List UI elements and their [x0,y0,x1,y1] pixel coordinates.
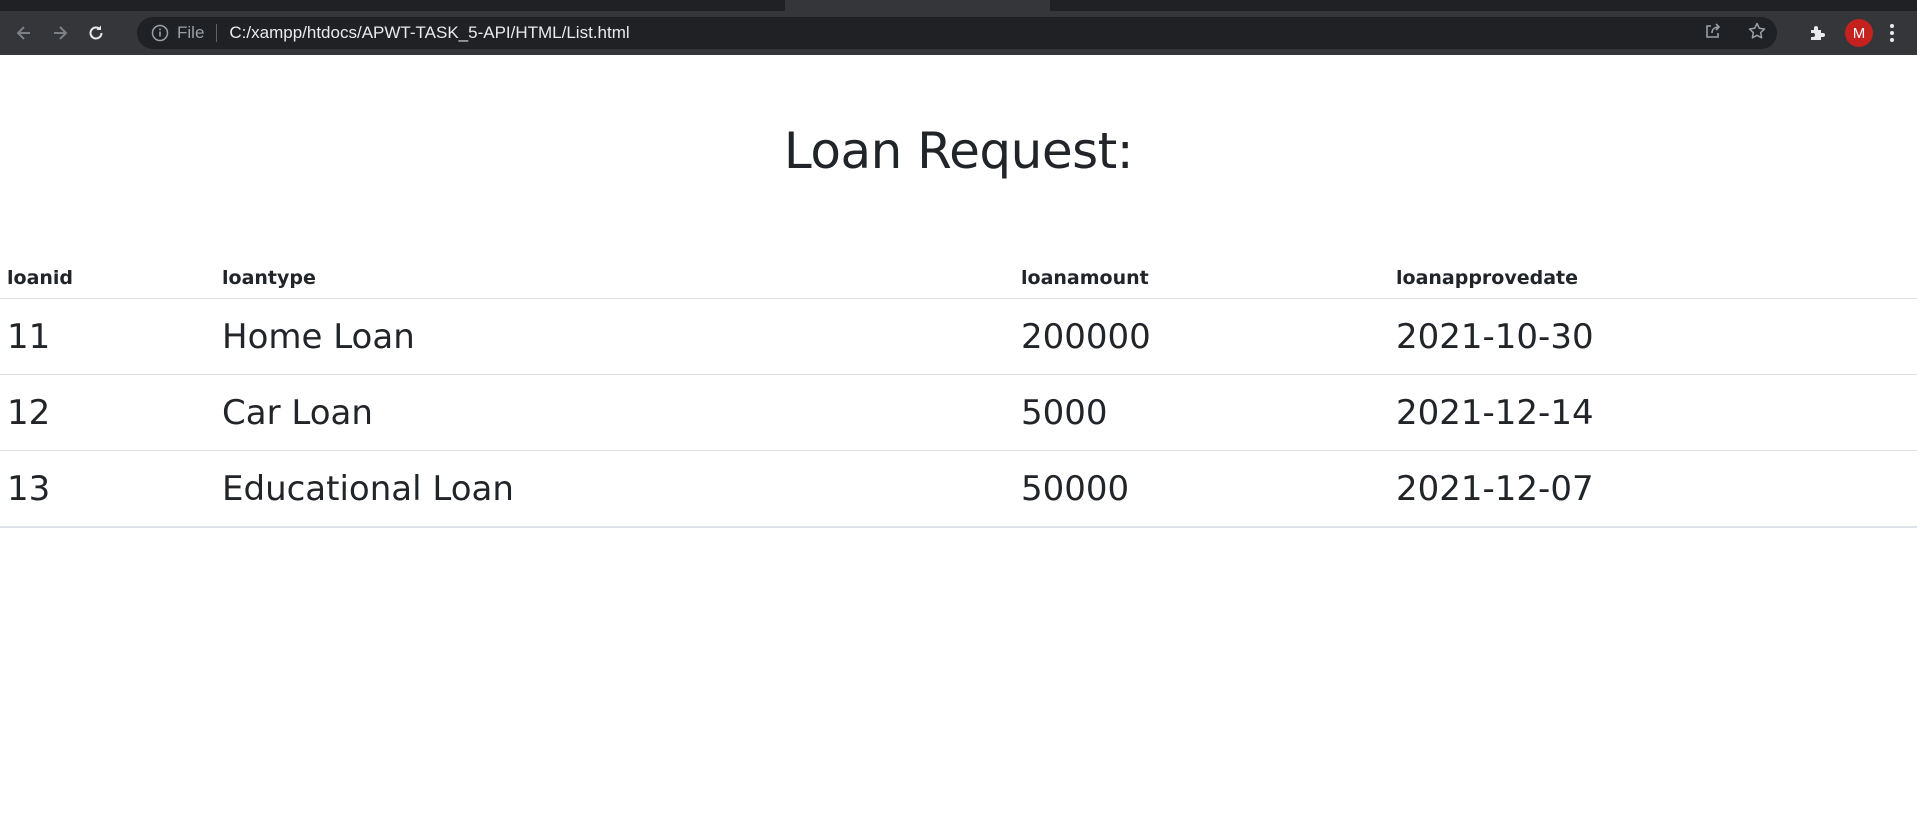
table-row: 11 Home Loan 200000 2021-10-30 [0,298,1917,375]
avatar[interactable]: M [1845,19,1873,47]
info-icon[interactable] [151,24,169,42]
table-row: 12 Car Loan 5000 2021-12-14 [0,374,1917,451]
browser-toolbar: File C:/xampp/htdocs/APWT-TASK_5-API/HTM… [0,11,1917,55]
active-tab[interactable] [785,0,1050,11]
loan-table: loanid loantype loanamount loanapproveda… [0,258,1917,528]
header-loanid: loanid [0,258,215,299]
share-icon[interactable] [1703,21,1723,45]
reload-button[interactable] [80,17,112,49]
cell-loanamount: 5000 [1014,374,1389,451]
cell-loanapprovedate: 2021-12-14 [1389,374,1917,451]
omnibox-divider [216,24,218,42]
cell-loanapprovedate: 2021-10-30 [1389,298,1917,375]
kebab-menu-icon[interactable] [1889,23,1895,43]
star-icon[interactable] [1747,21,1767,45]
reload-icon [89,25,103,40]
cell-loanid: 13 [0,450,215,528]
puzzle-icon[interactable] [1807,22,1829,44]
cell-loanamount: 200000 [1014,298,1389,375]
cell-loanid: 11 [0,298,215,375]
cell-loantype: Car Loan [215,374,1014,451]
cell-loanamount: 50000 [1014,450,1389,528]
page-title: Loan Request: [783,122,1134,180]
back-arrow-icon [16,26,30,40]
header-loanapprovedate: loanapprovedate [1389,258,1917,299]
header-loanamount: loanamount [1014,258,1389,299]
cell-loanapprovedate: 2021-12-07 [1389,450,1917,528]
scheme-label: File [177,23,205,42]
url-text[interactable]: C:/xampp/htdocs/APWT-TASK_5-API/HTML/Lis… [229,23,629,43]
cell-loanid: 12 [0,374,215,451]
profile-initial: M [1852,24,1866,42]
forward-arrow-icon [54,26,68,40]
header-loantype: loantype [215,258,1014,299]
tab-strip [0,0,1917,11]
cell-loantype: Educational Loan [215,450,1014,528]
table-row: 13 Educational Loan 50000 2021-12-07 [0,450,1917,528]
table-header-row: loanid loantype loanamount loanapproveda… [0,258,1917,299]
back-button[interactable] [8,17,40,49]
cell-loantype: Home Loan [215,298,1014,375]
address-bar[interactable]: File C:/xampp/htdocs/APWT-TASK_5-API/HTM… [137,17,1777,49]
forward-button[interactable] [44,17,76,49]
